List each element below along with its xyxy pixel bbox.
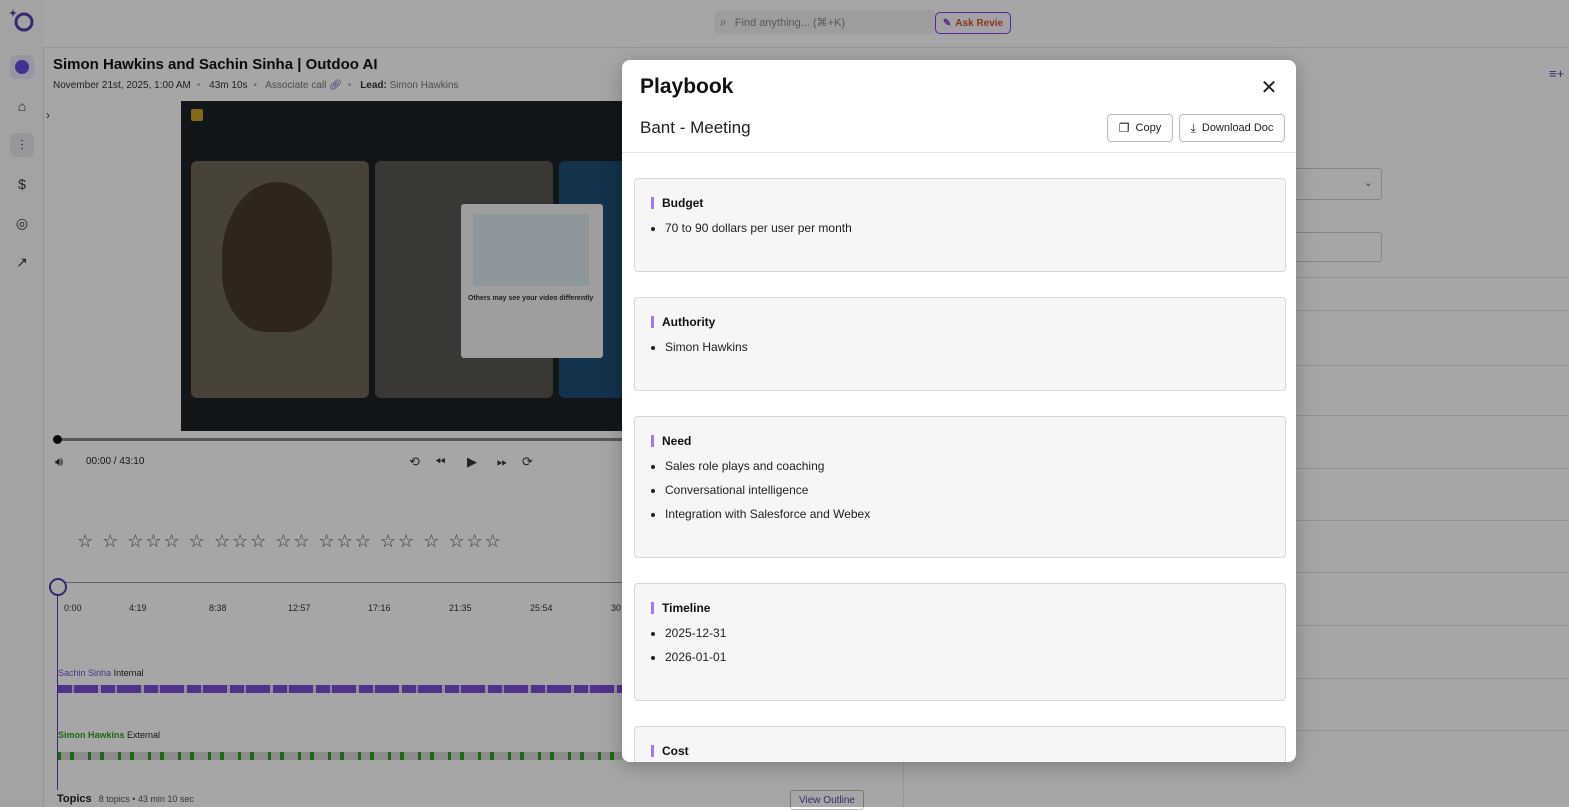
section-heading: Need <box>651 435 691 447</box>
section-list: Sales role plays and coaching Conversati… <box>649 459 870 531</box>
copy-button[interactable]: ❐ Copy <box>1107 114 1173 142</box>
copy-icon: ❐ <box>1118 121 1130 135</box>
playbook-section-budget: Budget 70 to 90 dollars per user per mon… <box>634 178 1286 272</box>
list-item: Integration with Salesforce and Webex <box>665 507 870 521</box>
download-icon: ⤓ <box>1190 120 1196 135</box>
modal-title: Playbook <box>640 75 734 98</box>
section-heading: Cost <box>651 745 689 757</box>
copy-label: Copy <box>1135 122 1162 134</box>
playbook-section-authority: Authority Simon Hawkins <box>634 297 1286 391</box>
modal-header-divider <box>622 152 1296 153</box>
section-list: Simon Hawkins <box>649 340 748 364</box>
download-label: Download Doc <box>1201 122 1274 134</box>
section-list: 2025-12-31 2026-01-01 <box>649 626 726 674</box>
close-icon[interactable]: ✕ <box>1258 76 1280 99</box>
playbook-section-need: Need Sales role plays and coaching Conve… <box>634 416 1286 558</box>
section-heading: Budget <box>651 197 703 209</box>
section-heading: Authority <box>651 316 715 328</box>
list-item: Sales role plays and coaching <box>665 459 870 473</box>
list-item: 70 to 90 dollars per user per month <box>665 221 852 235</box>
list-item: Simon Hawkins <box>665 340 748 354</box>
section-list: 70 to 90 dollars per user per month <box>649 221 852 245</box>
list-item: Conversational intelligence <box>665 483 870 497</box>
list-item: 2025-12-31 <box>665 626 726 640</box>
playbook-modal: Playbook ✕ Bant - Meeting ❐ Copy ⤓ Downl… <box>622 60 1296 762</box>
section-heading: Timeline <box>651 602 710 614</box>
playbook-name: Bant - Meeting <box>640 118 751 137</box>
playbook-section-timeline: Timeline 2025-12-31 2026-01-01 <box>634 583 1286 701</box>
download-doc-button[interactable]: ⤓ Download Doc <box>1179 114 1285 142</box>
list-item: 2026-01-01 <box>665 650 726 664</box>
playbook-section-cost: Cost <box>634 726 1286 762</box>
